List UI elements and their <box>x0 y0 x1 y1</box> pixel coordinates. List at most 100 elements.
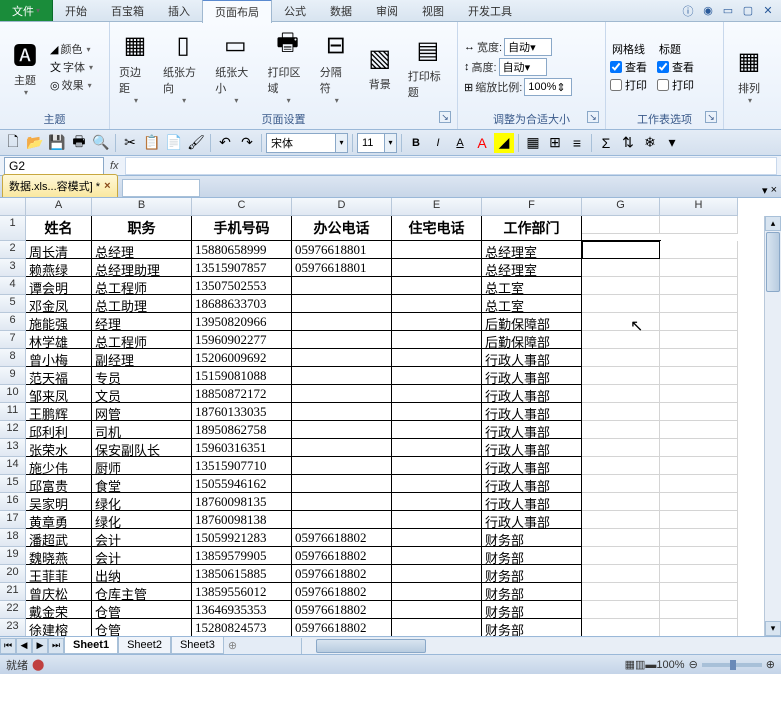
cell[interactable]: 18760098138 <box>192 511 292 529</box>
cell[interactable]: 会计 <box>92 529 192 547</box>
preview-icon[interactable]: 🔍 <box>91 133 111 153</box>
row-header[interactable]: 9 <box>0 367 26 385</box>
sheet-tab-Sheet1[interactable]: Sheet1 <box>64 637 118 654</box>
cell[interactable]: 林学雄 <box>26 331 92 349</box>
cell[interactable] <box>582 565 660 583</box>
horizontal-scrollbar[interactable] <box>301 638 781 654</box>
cell[interactable] <box>292 277 392 295</box>
header-cell[interactable]: 手机号码 <box>192 216 292 241</box>
cell[interactable]: 徐建榕 <box>26 619 92 636</box>
cell[interactable]: 13859556012 <box>192 583 292 601</box>
cell[interactable] <box>292 349 392 367</box>
close-tab-icon[interactable]: × <box>104 180 110 192</box>
menu-tab-0[interactable]: 开始 <box>53 0 99 22</box>
cell[interactable]: 15960902277 <box>192 331 292 349</box>
col-header-G[interactable]: G <box>582 198 660 216</box>
cell[interactable] <box>292 367 392 385</box>
cell[interactable]: 总经理助理 <box>92 259 192 277</box>
cell[interactable] <box>660 367 738 385</box>
cell[interactable]: 财务部 <box>482 601 582 619</box>
bold-icon[interactable]: B <box>406 133 426 153</box>
breaks-button[interactable]: ⊟分隔符▾ <box>315 27 357 108</box>
cell[interactable]: 文员 <box>92 385 192 403</box>
cell[interactable] <box>392 583 482 601</box>
header-cell[interactable]: 工作部门 <box>482 216 582 241</box>
menu-tab-3[interactable]: 页面布局 <box>202 0 272 23</box>
cell[interactable] <box>392 547 482 565</box>
cell[interactable]: 总经理室 <box>482 259 582 277</box>
print-icon[interactable]: 🖶 <box>69 133 89 153</box>
cell[interactable]: 总经理室 <box>482 241 582 259</box>
arrange-button[interactable]: ▦排列▾ <box>728 43 770 108</box>
cell[interactable]: 魏晓燕 <box>26 547 92 565</box>
cell[interactable] <box>392 331 482 349</box>
background-button[interactable]: ▧背景 <box>359 39 401 95</box>
header-cell[interactable]: 住宅电话 <box>392 216 482 241</box>
cell[interactable] <box>392 295 482 313</box>
cell[interactable]: 绿化 <box>92 511 192 529</box>
cell[interactable] <box>392 619 482 636</box>
menu-tab-2[interactable]: 插入 <box>156 0 202 22</box>
cell[interactable]: 行政人事部 <box>482 493 582 511</box>
font-size-select[interactable]: 11▾ <box>357 133 397 153</box>
cell[interactable]: 总经理 <box>92 241 192 259</box>
help-icon[interactable]: ⓘ <box>681 4 695 18</box>
file-menu[interactable]: 文件▾ <box>0 0 53 21</box>
cell[interactable] <box>582 241 660 259</box>
cell[interactable]: 18950862758 <box>192 421 292 439</box>
size-button[interactable]: ▭纸张大小▾ <box>210 27 260 108</box>
cell[interactable]: 潘超武 <box>26 529 92 547</box>
cell[interactable] <box>660 565 738 583</box>
theme-fonts[interactable]: 文 字体▾ <box>48 58 95 76</box>
fill-color-icon[interactable]: ◢ <box>494 133 514 153</box>
freeze-icon[interactable]: ❄ <box>640 133 660 153</box>
cell[interactable]: 施少伟 <box>26 457 92 475</box>
cell[interactable] <box>392 313 482 331</box>
cell[interactable] <box>660 493 738 511</box>
cell[interactable] <box>660 619 738 636</box>
cell[interactable] <box>660 547 738 565</box>
window-close-icon[interactable]: × <box>771 184 777 197</box>
spreadsheet-grid[interactable]: ABCDEFGH1姓名职务手机号码办公电话住宅电话工作部门2周长清总经理1588… <box>0 198 781 636</box>
menu-tab-6[interactable]: 审阅 <box>364 0 410 22</box>
cell[interactable] <box>660 331 738 349</box>
cell[interactable]: 财务部 <box>482 619 582 636</box>
cell[interactable]: 范天福 <box>26 367 92 385</box>
cell[interactable]: 后勤保障部 <box>482 331 582 349</box>
cell[interactable]: 行政人事部 <box>482 457 582 475</box>
workbook-tab[interactable]: 数据.xls...容模式] *× <box>2 174 118 197</box>
cell[interactable]: 张荣水 <box>26 439 92 457</box>
underline-icon[interactable]: A <box>450 133 470 153</box>
col-header-E[interactable]: E <box>392 198 482 216</box>
cell[interactable]: 行政人事部 <box>482 349 582 367</box>
cell[interactable] <box>660 295 738 313</box>
cell[interactable]: 黄章勇 <box>26 511 92 529</box>
cell[interactable]: 总工室 <box>482 277 582 295</box>
cell[interactable]: 总工程师 <box>92 331 192 349</box>
row-header[interactable]: 10 <box>0 385 26 403</box>
row-header[interactable]: 18 <box>0 529 26 547</box>
cell[interactable]: 周长清 <box>26 241 92 259</box>
cell[interactable]: 15280824573 <box>192 619 292 636</box>
sum-icon[interactable]: Σ <box>596 133 616 153</box>
close-icon[interactable]: ✕ <box>761 4 775 18</box>
cell[interactable] <box>582 331 660 349</box>
vertical-scrollbar[interactable]: ▴ ▾ <box>764 216 781 636</box>
cell[interactable]: 15159081088 <box>192 367 292 385</box>
row-header[interactable]: 21 <box>0 583 26 601</box>
cell[interactable]: 戴金荣 <box>26 601 92 619</box>
cell[interactable] <box>660 583 738 601</box>
cell[interactable] <box>660 241 738 259</box>
cell[interactable]: 曾庆松 <box>26 583 92 601</box>
cell[interactable] <box>292 493 392 511</box>
cell[interactable] <box>660 457 738 475</box>
cell[interactable]: 总工室 <box>482 295 582 313</box>
sheet-nav-last-icon[interactable]: ⏭ <box>48 638 64 654</box>
row-header[interactable]: 2 <box>0 241 26 259</box>
cell[interactable] <box>292 331 392 349</box>
row-header[interactable]: 4 <box>0 277 26 295</box>
header-cell[interactable]: 姓名 <box>26 216 92 241</box>
cell[interactable] <box>392 241 482 259</box>
cell[interactable]: 邹来凤 <box>26 385 92 403</box>
cell[interactable] <box>292 295 392 313</box>
